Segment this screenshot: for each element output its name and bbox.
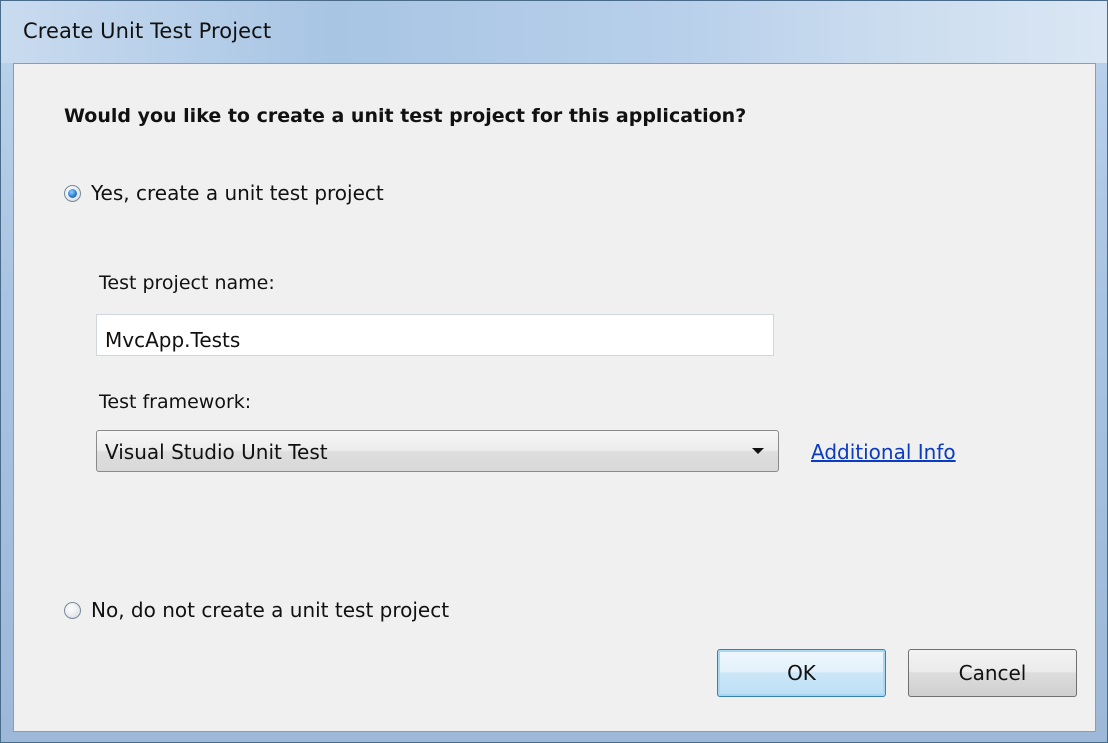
radio-no-label: No, do not create a unit test project bbox=[91, 598, 450, 622]
dialog-body: Would you like to create a unit test pro… bbox=[13, 63, 1096, 732]
test-project-name-label: Test project name: bbox=[99, 272, 275, 294]
additional-info-link[interactable]: Additional Info bbox=[811, 440, 956, 464]
radio-yes-create[interactable]: Yes, create a unit test project bbox=[64, 181, 384, 205]
radio-no-create[interactable]: No, do not create a unit test project bbox=[64, 598, 449, 622]
test-framework-select[interactable]: Visual Studio Unit Test bbox=[96, 430, 779, 472]
ok-button[interactable]: OK bbox=[717, 649, 886, 697]
title-bar[interactable]: Create Unit Test Project bbox=[1, 1, 1107, 63]
test-framework-value: Visual Studio Unit Test bbox=[105, 440, 328, 464]
test-framework-label: Test framework: bbox=[99, 391, 252, 413]
question-heading: Would you like to create a unit test pro… bbox=[64, 105, 747, 127]
radio-yes-label: Yes, create a unit test project bbox=[91, 181, 384, 205]
cancel-button[interactable]: Cancel bbox=[908, 649, 1077, 697]
dialog-window: Create Unit Test Project Would you like … bbox=[0, 0, 1108, 743]
window-title: Create Unit Test Project bbox=[23, 19, 272, 43]
radio-button-unselected-icon[interactable] bbox=[64, 601, 81, 619]
radio-button-selected-icon[interactable] bbox=[64, 184, 81, 202]
test-project-name-input[interactable] bbox=[96, 314, 774, 356]
dropdown-arrow-icon bbox=[752, 448, 764, 454]
